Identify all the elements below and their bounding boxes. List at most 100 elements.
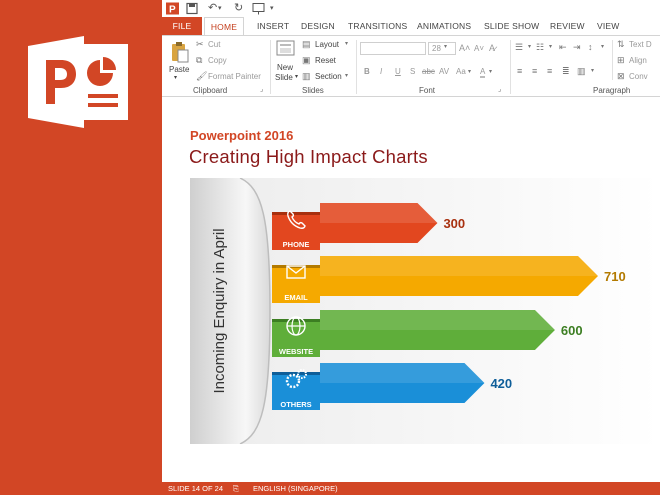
tab-design[interactable]: DESIGN	[301, 17, 335, 35]
convert-smartart-icon[interactable]: ⊠	[617, 71, 625, 82]
section-button[interactable]: Section	[315, 72, 342, 81]
cut-button[interactable]: Cut	[208, 40, 220, 49]
group-divider	[356, 40, 357, 94]
tab-animations[interactable]: ANIMATIONS	[417, 17, 471, 35]
bar-highlight-others	[320, 363, 485, 383]
strikethrough-button[interactable]: abc	[422, 67, 435, 76]
section-dropdown-icon[interactable]: ▾	[345, 72, 348, 79]
tab-view[interactable]: VIEW	[597, 17, 620, 35]
tab-insert[interactable]: INSERT	[257, 17, 289, 35]
slide-canvas[interactable]: Powerpoint 2016 Creating High Impact Cha…	[162, 98, 660, 482]
y-axis-label: Incoming Enquiry in April	[211, 228, 228, 393]
align-right-icon[interactable]: ≡	[547, 66, 552, 76]
convert-smartart-button[interactable]: Conv	[629, 72, 648, 81]
copy-button[interactable]: Copy	[208, 56, 227, 65]
slide-counter[interactable]: SLIDE 14 OF 24	[168, 482, 223, 495]
numbering-icon[interactable]: ☷	[536, 42, 544, 53]
category-label-phone: PHONE	[283, 240, 310, 249]
new-slide-button[interactable]: Slide	[275, 73, 293, 82]
notes-status-icon[interactable]: ⎘	[233, 482, 239, 495]
font-size-field[interactable]: 28	[428, 42, 456, 55]
status-bar: SLIDE 14 OF 24 ⎘ ENGLISH (SINGAPORE)	[162, 482, 660, 495]
increase-indent-icon[interactable]: ⇥	[573, 42, 581, 53]
ribbon-tabs: FILE HOME INSERT DESIGN TRANSITIONS ANIM…	[162, 17, 660, 36]
columns-dropdown-icon[interactable]: ▾	[591, 67, 594, 74]
slide-title[interactable]: Creating High Impact Charts	[189, 146, 428, 168]
change-case-dropdown-icon[interactable]: ▾	[468, 68, 471, 75]
font-color-dropdown-icon[interactable]: ▾	[489, 68, 492, 75]
category-label-website: WEBSITE	[279, 347, 313, 356]
bar-highlight-email	[320, 256, 598, 276]
copy-icon[interactable]: ⧉	[196, 55, 202, 66]
reset-icon[interactable]: ▣	[302, 55, 311, 66]
character-spacing-icon[interactable]: AV	[439, 67, 449, 76]
tab-review[interactable]: REVIEW	[550, 17, 585, 35]
save-icon[interactable]	[186, 1, 198, 16]
powerpoint-window: P ↶ ▾ ↻ ▾ FILE HOME INSERT DESIGN TRANSI…	[162, 0, 660, 495]
decrease-indent-icon[interactable]: ⇤	[559, 42, 567, 53]
underline-button[interactable]: U	[395, 67, 401, 76]
undo-dropdown-icon[interactable]: ▾	[218, 1, 222, 16]
align-left-icon[interactable]: ≡	[517, 66, 522, 76]
line-spacing-dropdown-icon[interactable]: ▾	[601, 43, 604, 50]
redo-icon[interactable]: ↻	[234, 1, 243, 16]
text-shadow-button[interactable]: S	[410, 67, 415, 76]
layout-icon[interactable]: ▤	[302, 39, 311, 50]
bar-highlight-phone	[320, 203, 438, 223]
font-size-dropdown-icon[interactable]: ▾	[444, 43, 447, 50]
layout-dropdown-icon[interactable]: ▾	[345, 40, 348, 47]
paragraph-group-label: Paragraph	[593, 86, 631, 95]
numbering-dropdown-icon[interactable]: ▾	[549, 43, 552, 50]
font-name-field[interactable]	[360, 42, 426, 55]
justify-icon[interactable]: ≣	[562, 66, 570, 77]
increase-font-icon[interactable]: A˄	[459, 43, 470, 53]
new-slide-dropdown-icon[interactable]: ▾	[295, 73, 298, 80]
slides-group-label: Slides	[302, 86, 324, 95]
value-label-website: 600	[561, 323, 583, 338]
layout-button[interactable]: Layout	[315, 40, 339, 49]
tab-transitions[interactable]: TRANSITIONS	[348, 17, 407, 35]
paste-button[interactable]: Paste	[169, 65, 189, 74]
svg-text:P: P	[169, 5, 176, 16]
customize-qat-icon[interactable]: ▾	[270, 1, 274, 16]
columns-icon[interactable]: ▥	[577, 66, 586, 77]
bold-button[interactable]: B	[364, 67, 370, 76]
clear-formatting-icon[interactable]: A̷	[489, 43, 495, 53]
text-direction-icon[interactable]: ⇅	[617, 39, 625, 50]
slide-subtitle[interactable]: Powerpoint 2016	[190, 128, 293, 143]
clipboard-launcher-icon[interactable]: ⌟	[260, 85, 263, 93]
section-icon[interactable]: ▥	[302, 71, 311, 82]
align-center-icon[interactable]: ≡	[532, 66, 537, 76]
cut-icon[interactable]: ✂	[196, 39, 204, 50]
text-direction-button[interactable]: Text D	[629, 40, 652, 49]
font-launcher-icon[interactable]: ⌟	[498, 85, 501, 93]
tab-file[interactable]: FILE	[162, 17, 202, 35]
reset-button[interactable]: Reset	[315, 56, 336, 65]
enquiry-bar-chart[interactable]: Incoming Enquiry in April PHONE 300 EMAIL 7…	[190, 178, 660, 444]
align-text-icon[interactable]: ⊞	[617, 55, 625, 66]
paste-icon[interactable]	[170, 41, 190, 63]
new-slide-label[interactable]: New	[277, 63, 293, 72]
quick-access-toolbar: P ↶ ▾ ↻ ▾	[162, 0, 660, 17]
powerpoint-logo-icon	[28, 36, 128, 128]
language-indicator[interactable]: ENGLISH (SINGAPORE)	[253, 482, 338, 495]
bullets-icon[interactable]: ☰	[515, 42, 523, 53]
undo-icon[interactable]: ↶	[208, 1, 217, 16]
powerpoint-small-icon: P	[166, 2, 179, 16]
group-divider	[270, 40, 271, 94]
line-spacing-icon[interactable]: ↕	[588, 42, 593, 52]
italic-button[interactable]: I	[380, 67, 382, 76]
clipboard-group-label: Clipboard	[193, 86, 228, 95]
change-case-button[interactable]: Aa	[456, 67, 466, 76]
tab-slide-show[interactable]: SLIDE SHOW	[484, 17, 539, 35]
format-painter-button[interactable]: Format Painter	[208, 72, 261, 81]
format-painter-icon[interactable]: 🖌	[196, 71, 207, 82]
paste-dropdown-icon[interactable]: ▾	[174, 74, 177, 81]
new-slide-icon[interactable]	[276, 40, 296, 58]
start-slideshow-icon[interactable]	[252, 1, 266, 16]
align-text-button[interactable]: Align	[629, 56, 647, 65]
bullets-dropdown-icon[interactable]: ▾	[528, 43, 531, 50]
font-color-button[interactable]: A	[480, 67, 486, 78]
decrease-font-icon[interactable]: A˅	[474, 44, 484, 53]
tab-home[interactable]: HOME	[204, 17, 244, 36]
